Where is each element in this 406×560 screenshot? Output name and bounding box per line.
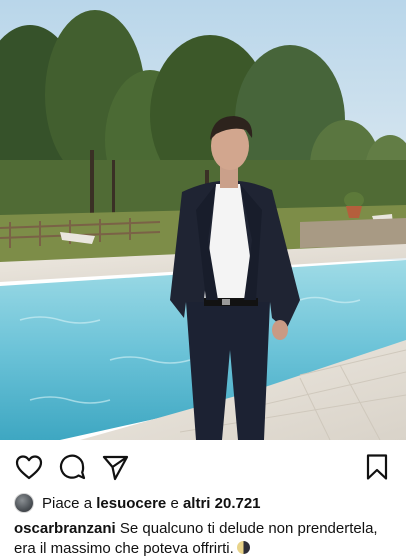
comment-button[interactable] (57, 452, 87, 482)
half-moon-emoji-icon (236, 541, 250, 554)
post-photo-scene (0, 0, 406, 440)
share-button[interactable] (100, 452, 130, 482)
instagram-post: Piace a lesuocere e altri 20.721 oscarbr… (0, 0, 406, 560)
stone-wall (300, 218, 406, 248)
action-bar (0, 450, 406, 484)
save-button[interactable] (362, 452, 392, 482)
post-photo[interactable] (0, 0, 406, 440)
likes-count[interactable]: altri 20.721 (183, 495, 261, 512)
likes-joiner: e (170, 494, 179, 512)
liker-avatar[interactable] (14, 493, 34, 513)
post-caption: oscarbranzani Se qualcuno ti delude non … (14, 519, 398, 559)
liker-username[interactable]: lesuocere (96, 495, 166, 512)
speech-bubble-icon (59, 454, 86, 480)
likes-prefix: Piace a (42, 494, 93, 512)
caption-username[interactable]: oscarbranzani (14, 520, 116, 537)
heart-outline-icon (15, 455, 43, 480)
bookmark-icon (366, 454, 388, 480)
like-button[interactable] (14, 452, 44, 482)
paper-plane-icon (102, 455, 129, 481)
likes-summary: Piace a lesuocere e altri 20.721 (14, 492, 261, 514)
